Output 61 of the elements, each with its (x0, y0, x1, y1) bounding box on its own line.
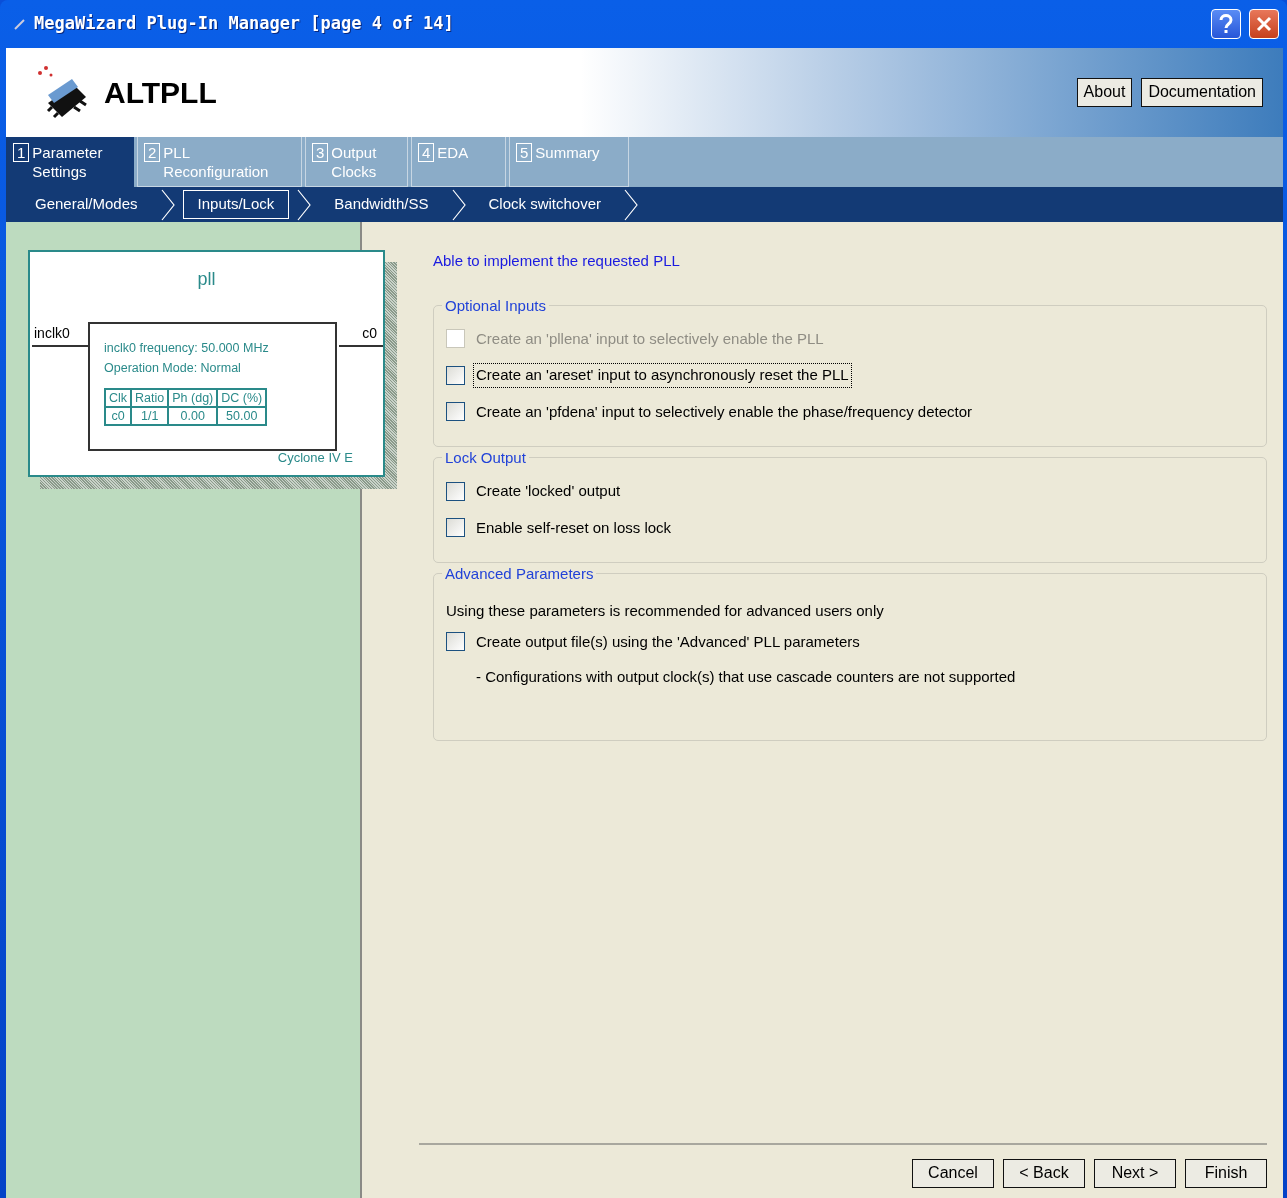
close-button[interactable] (1249, 9, 1279, 39)
tab-label: Summary (535, 143, 600, 162)
wizard-button[interactable]: Finish (1185, 1159, 1267, 1188)
block-name: pll (196, 268, 217, 291)
wizard-button[interactable]: Next > (1094, 1159, 1176, 1188)
table-header: DC (%) (217, 389, 267, 407)
step-number: 5 (516, 143, 533, 162)
table-cell: c0 (105, 407, 132, 425)
checkbox-label[interactable]: Create 'locked' output (473, 479, 624, 504)
header-button[interactable]: Documentation (1141, 78, 1263, 107)
output-port-label: c0 (362, 326, 377, 341)
sub-tab[interactable]: General/Modes (20, 190, 153, 219)
tab-label: Output Clocks (331, 143, 378, 181)
tab-label: Parameter Settings (32, 143, 104, 181)
note-text: - Configurations with output clock(s) that use cascade counters are not supported (476, 667, 1017, 687)
tab-label: EDA (437, 143, 469, 162)
help-button[interactable] (1211, 9, 1241, 39)
checkbox-label[interactable]: Create output file(s) using the 'Advanced' PLL parameters (473, 629, 863, 654)
sub-tab[interactable]: Inputs/Lock (182, 190, 290, 219)
help-icon (1218, 13, 1234, 35)
status-message: Able to implement the requested PLL (433, 251, 681, 271)
step-number: 2 (144, 143, 161, 162)
block-info: inclk0 frequency: 50.000 MHz (104, 340, 270, 357)
checkbox[interactable] (446, 481, 465, 501)
output-wire (339, 345, 383, 347)
chevron-icon (160, 188, 175, 221)
chevron-icon (451, 188, 466, 221)
checkbox-label[interactable]: Create an 'pfdena' input to selectively enable the phase/frequency detector (473, 399, 976, 424)
app-icon (14, 18, 26, 30)
chevron-icon (624, 188, 639, 221)
device-label: Cyclone IV E (277, 448, 353, 467)
table-cell: 0.00 (168, 407, 218, 425)
input-port-label: inclk0 (34, 326, 70, 341)
close-icon (1255, 15, 1273, 33)
checkbox[interactable] (446, 365, 465, 385)
checkbox-label[interactable]: Create an 'areset' input to asynchronously reset the PLL (473, 363, 852, 388)
window-title: MegaWizard Plug-In Manager [page 4 of 14] (34, 12, 455, 36)
sub-tab[interactable]: Clock switchover (473, 190, 617, 219)
wizard-button[interactable]: Cancel (912, 1159, 994, 1188)
header-button[interactable]: About (1076, 78, 1133, 107)
checkbox-label: Create an 'pllena' input to selectively enable the PLL (475, 328, 825, 349)
table-header: Ratio (131, 389, 169, 407)
group-description: Using these parameters is recommended for advanced users only (446, 601, 885, 621)
table-header: Clk (105, 389, 132, 407)
chevron-icon (297, 188, 312, 221)
table-cell: 1/1 (131, 407, 169, 425)
checkbox-label[interactable]: Enable self-reset on loss lock (473, 515, 675, 540)
wizard-tab[interactable]: 1 Parameter Settings (6, 137, 134, 187)
checkbox[interactable] (446, 518, 465, 538)
component-title: ALTPLL (104, 75, 218, 111)
step-number: 3 (312, 143, 329, 162)
wizard-button[interactable]: < Back (1003, 1159, 1085, 1188)
block-info: Operation Mode: Normal (104, 360, 242, 377)
tab-label: PLL Reconfiguration (163, 143, 270, 181)
checkbox[interactable] (446, 402, 465, 422)
step-number: 4 (418, 143, 435, 162)
sub-tab[interactable]: Bandwidth/SS (319, 190, 444, 219)
table-header: Ph (dg) (168, 389, 218, 407)
checkbox[interactable] (446, 632, 465, 652)
table-cell: 50.00 (217, 407, 267, 425)
step-number: 1 (13, 143, 30, 162)
